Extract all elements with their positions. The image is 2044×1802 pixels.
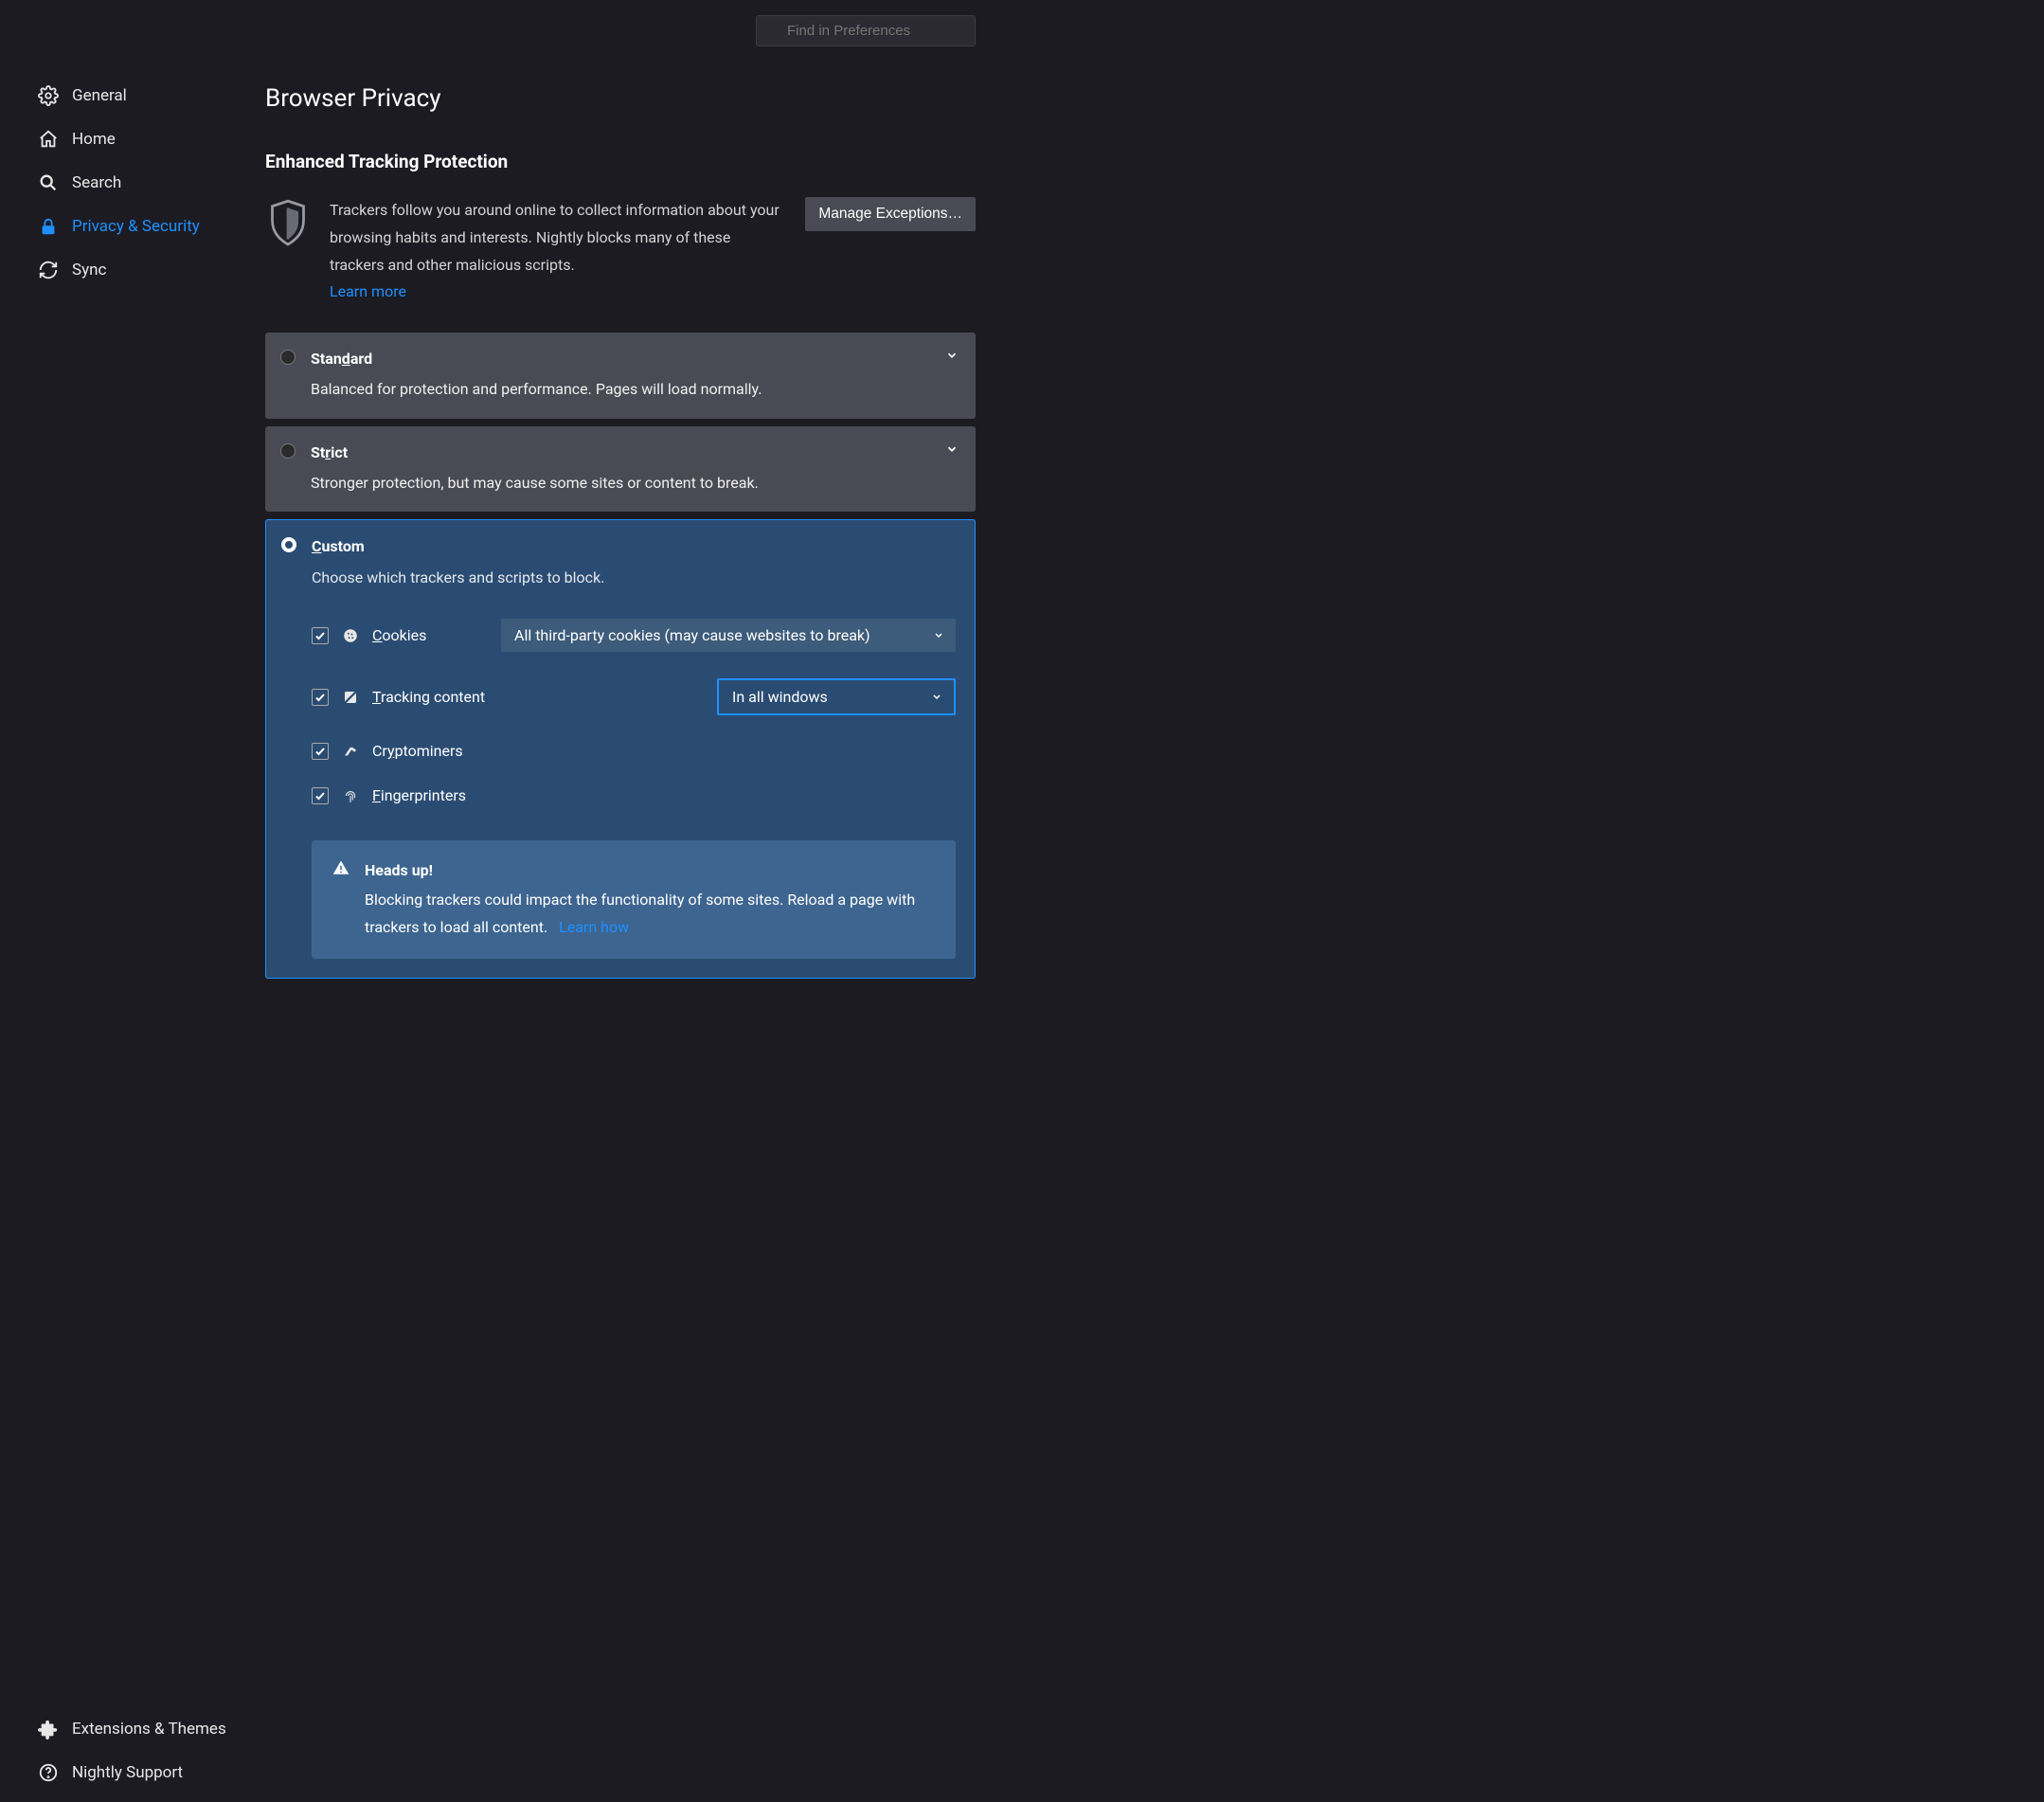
section-title: Enhanced Tracking Protection <box>265 151 976 172</box>
custom-label: Fingerprinters <box>372 786 466 804</box>
lock-icon <box>38 216 59 237</box>
etp-option-strict[interactable]: Strict Stronger protection, but may caus… <box>265 426 976 513</box>
sidebar-item-general[interactable]: General <box>0 74 265 117</box>
checkbox-cookies[interactable] <box>312 627 329 644</box>
learn-how-link[interactable]: Learn how <box>559 918 629 936</box>
custom-row-crypto: Cryptominers <box>285 729 956 773</box>
sidebar-item-label: General <box>72 86 127 105</box>
search-input[interactable] <box>756 15 976 46</box>
checkbox-fingerprint[interactable] <box>312 787 329 804</box>
cryptominer-icon <box>342 743 359 760</box>
custom-row-cookies: Cookies All third-party cookies (may cau… <box>285 605 956 665</box>
sidebar-item-support[interactable]: Nightly Support <box>0 1751 265 1794</box>
sidebar-item-label: Nightly Support <box>72 1763 183 1782</box>
checkbox-tracking[interactable] <box>312 689 329 706</box>
manage-exceptions-button[interactable]: Manage Exceptions… <box>805 197 976 231</box>
option-desc: Stronger protection, but may cause some … <box>311 471 957 496</box>
custom-row-fingerprint: Fingerprinters <box>285 773 956 818</box>
etp-option-standard[interactable]: Standard Balanced for protection and per… <box>265 333 976 419</box>
page-title: Browser Privacy <box>265 84 976 113</box>
custom-label: Tracking content <box>372 688 485 706</box>
chevron-down-icon <box>933 626 944 644</box>
search-icon <box>38 172 59 193</box>
etp-option-custom: Custom Choose which trackers and scripts… <box>265 519 976 978</box>
sidebar-item-label: Home <box>72 130 116 149</box>
option-desc: Balanced for protection and performance.… <box>311 377 957 402</box>
fingerprint-icon <box>342 787 359 804</box>
sidebar-item-label: Extensions & Themes <box>72 1720 226 1739</box>
warning-callout: Heads up! Blocking trackers could impact… <box>312 840 956 958</box>
warning-icon <box>332 859 350 881</box>
sidebar-item-label: Privacy & Security <box>72 217 200 236</box>
sync-icon <box>38 260 59 280</box>
tracking-select[interactable]: In all windows <box>717 678 956 715</box>
callout-body: Blocking trackers could impact the funct… <box>365 891 915 936</box>
help-icon <box>38 1762 59 1783</box>
radio-unchecked-icon[interactable] <box>280 350 296 365</box>
sidebar-item-sync[interactable]: Sync <box>0 248 265 292</box>
main-content: Browser Privacy Enhanced Tracking Protec… <box>265 0 1118 1802</box>
sidebar-item-label: Search <box>72 173 121 192</box>
cookies-select[interactable]: All third-party cookies (may cause websi… <box>501 619 956 652</box>
sidebar-item-privacy[interactable]: Privacy & Security <box>0 205 265 248</box>
sidebar-item-search[interactable]: Search <box>0 161 265 205</box>
custom-label: Cryptominers <box>372 742 463 760</box>
checkbox-crypto[interactable] <box>312 743 329 760</box>
puzzle-icon <box>38 1719 59 1739</box>
gear-icon <box>38 85 59 106</box>
cookie-icon <box>342 627 359 644</box>
etp-intro-text: Trackers follow you around online to col… <box>330 201 780 274</box>
sidebar: General Home Search Privacy & Security <box>0 0 265 1802</box>
option-title: Custom <box>312 537 956 555</box>
custom-row-tracking: Tracking content In all windows <box>285 665 956 729</box>
chevron-down-icon <box>945 348 959 367</box>
custom-label: Cookies <box>372 626 448 644</box>
radio-unchecked-icon[interactable] <box>280 443 296 459</box>
sidebar-item-label: Sync <box>72 261 106 279</box>
tracking-icon <box>342 689 359 706</box>
sidebar-item-extensions[interactable]: Extensions & Themes <box>0 1707 265 1751</box>
sidebar-item-home[interactable]: Home <box>0 117 265 161</box>
radio-checked-icon[interactable] <box>281 537 296 552</box>
option-title: Standard <box>311 350 957 368</box>
etp-intro: Trackers follow you around online to col… <box>265 197 976 306</box>
callout-heading: Heads up! <box>365 857 935 885</box>
option-desc: Choose which trackers and scripts to blo… <box>312 568 956 586</box>
learn-more-link[interactable]: Learn more <box>330 282 406 300</box>
home-icon <box>38 129 59 150</box>
shield-icon <box>267 197 309 255</box>
chevron-down-icon <box>931 688 942 706</box>
chevron-down-icon <box>945 441 959 460</box>
option-title: Strict <box>311 443 957 461</box>
search-container <box>756 15 976 46</box>
